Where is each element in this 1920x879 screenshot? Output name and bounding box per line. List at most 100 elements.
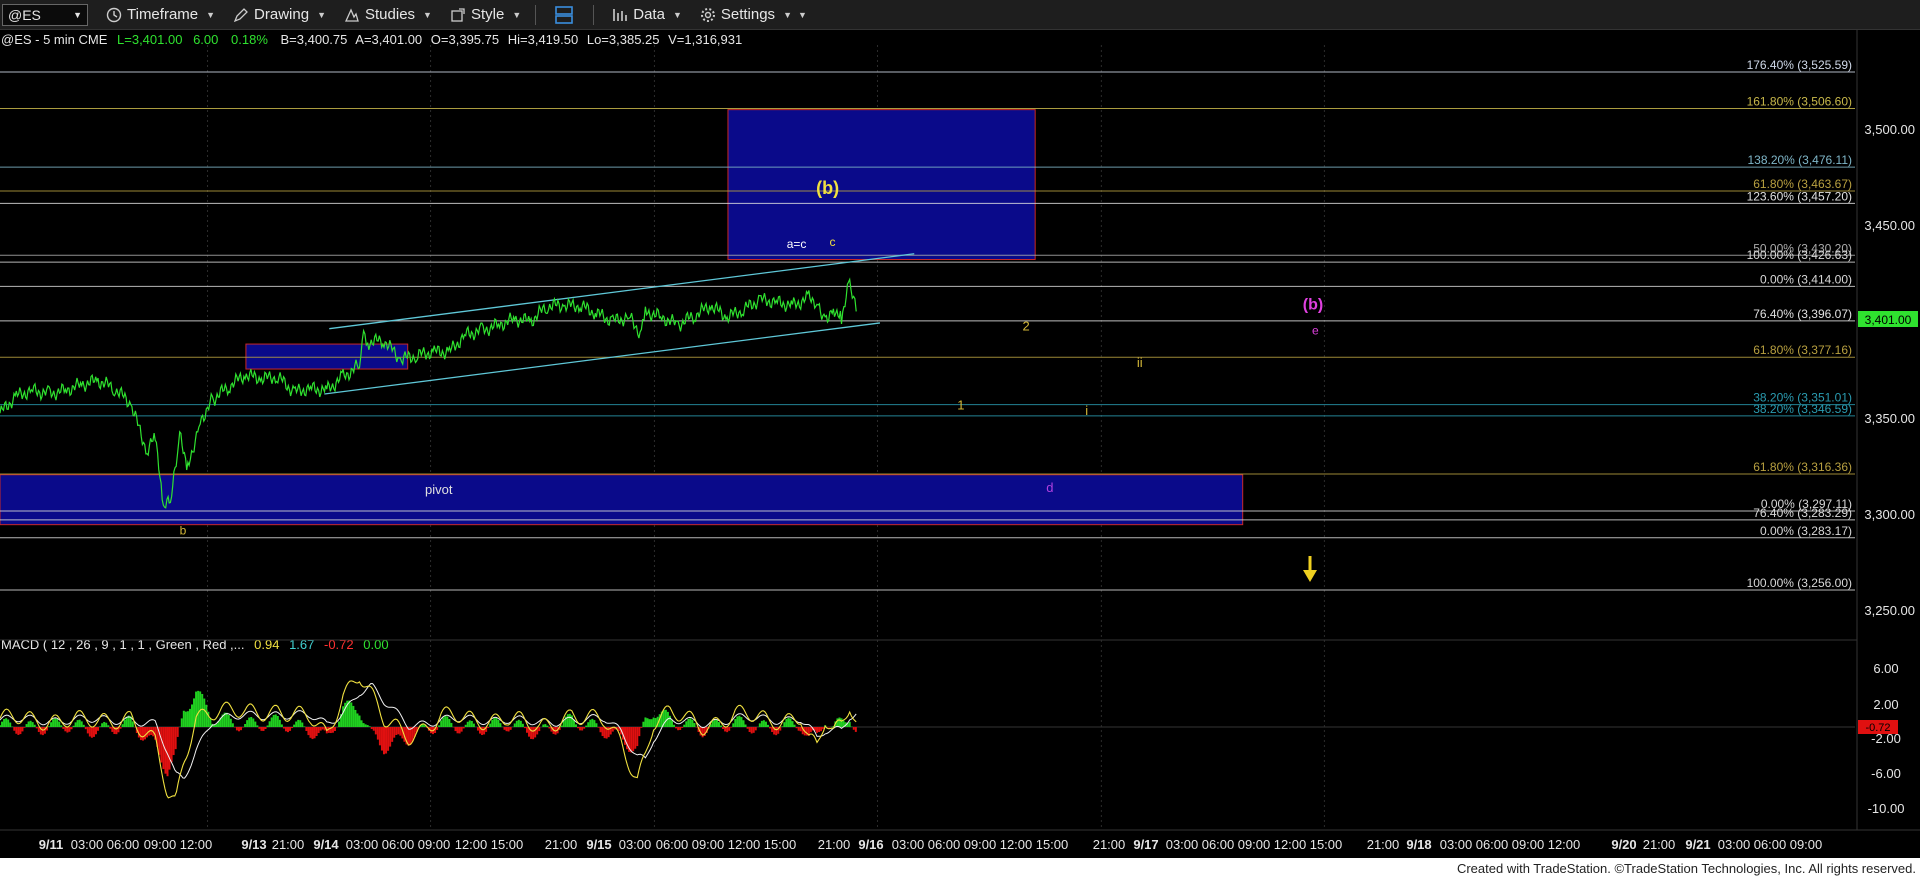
settings-label: Settings bbox=[720, 6, 776, 23]
quote-last: L=3,401.00 bbox=[117, 32, 182, 47]
time-tick-label: 21:00 bbox=[272, 837, 305, 852]
macd-zero-value: 0.00 bbox=[363, 637, 388, 652]
fib-label: 61.80% (3,316.36) bbox=[1753, 460, 1852, 474]
current-price-text: 3,401.00 bbox=[1865, 313, 1912, 327]
time-tick-label: 9/14 bbox=[313, 837, 339, 852]
chart-area[interactable]: @ES - 5 min CME L=3,401.00 6.00 0.18% B=… bbox=[0, 30, 1920, 858]
time-tick-label: 9/16 bbox=[858, 837, 883, 852]
footer-credit: Created with TradeStation. ©TradeStation… bbox=[1456, 861, 1916, 876]
quote-open: O=3,395.75 bbox=[431, 32, 499, 47]
time-tick-label: 9/17 bbox=[1133, 837, 1158, 852]
fib-label: 161.80% (3,506.60) bbox=[1747, 94, 1852, 108]
wave-label: c bbox=[830, 235, 836, 249]
macd-header: MACD ( 12 , 26 , 9 , 1 , 1 , Green , Red… bbox=[1, 637, 389, 652]
caret-down-icon: ▼ bbox=[797, 9, 807, 20]
style-label: Style bbox=[470, 6, 505, 23]
wave-label: ii bbox=[1137, 355, 1143, 370]
clock-icon bbox=[106, 7, 122, 22]
time-tick-label: 06:00 bbox=[656, 837, 689, 852]
macd-current-text: -0.72 bbox=[1865, 722, 1890, 734]
time-tick-label: 9/18 bbox=[1406, 837, 1431, 852]
footer: Created with TradeStation. ©TradeStation… bbox=[0, 858, 1920, 879]
time-tick-label: 21:00 bbox=[545, 837, 578, 852]
settings-menu[interactable]: Settings ▼ ▼ bbox=[700, 6, 807, 23]
toolbar-divider bbox=[535, 4, 537, 25]
macd-hist-value: -0.72 bbox=[324, 637, 354, 652]
time-tick-label: 9/11 bbox=[39, 837, 64, 852]
drawing-menu[interactable]: Drawing ▼ bbox=[233, 6, 326, 23]
time-tick-label: 15:00 bbox=[1036, 837, 1069, 852]
time-tick-label: 9/20 bbox=[1611, 837, 1636, 852]
timeframe-menu[interactable]: Timeframe ▼ bbox=[106, 6, 215, 23]
price-tick: 3,500.00 bbox=[1864, 122, 1915, 137]
caret-down-icon: ▼ bbox=[783, 9, 792, 20]
time-tick-label: 03:00 bbox=[619, 837, 652, 852]
time-tick-label: 06:00 bbox=[382, 837, 415, 852]
wave-label: b bbox=[180, 523, 187, 537]
price-tick: 3,250.00 bbox=[1864, 603, 1915, 618]
quote-ask: A=3,401.00 bbox=[355, 32, 422, 47]
time-tick-label: 12:00 bbox=[1274, 837, 1307, 852]
time-tick-label: 12:00 bbox=[455, 837, 488, 852]
time-tick-label: 06:00 bbox=[1476, 837, 1509, 852]
caret-down-icon: ▼ bbox=[512, 9, 522, 20]
time-tick-label: 06:00 bbox=[107, 837, 140, 852]
macd-tick: -10.00 bbox=[1868, 801, 1905, 816]
symbol-text: @ES bbox=[8, 6, 41, 23]
quote-high: Hi=3,419.50 bbox=[508, 32, 578, 47]
wave-label: (b) bbox=[816, 178, 839, 198]
timeframe-label: Timeframe bbox=[127, 6, 199, 23]
time-tick-label: 09:00 bbox=[964, 837, 997, 852]
fib-label: 176.40% (3,525.59) bbox=[1747, 58, 1852, 72]
time-tick-label: 21:00 bbox=[1093, 837, 1126, 852]
zone-box bbox=[245, 343, 409, 370]
quote-pct: 0.18% bbox=[231, 32, 268, 47]
layout-button[interactable] bbox=[554, 5, 579, 25]
wave-label: e bbox=[1312, 323, 1319, 337]
fib-label: 138.20% (3,476.11) bbox=[1747, 153, 1852, 167]
wave-label: 2 bbox=[1023, 319, 1030, 334]
macd-name: MACD ( 12 , 26 , 9 , 1 , 1 , Green , Red… bbox=[1, 637, 245, 652]
quote-symbol: @ES - 5 min CME bbox=[1, 32, 108, 47]
drawing-label: Drawing bbox=[254, 6, 310, 23]
time-tick-label: 03:00 bbox=[1718, 837, 1751, 852]
toolbar: @ES ▼ Timeframe ▼ Drawing ▼ Studies ▼ St… bbox=[0, 0, 1920, 30]
wave-label: (b) bbox=[1303, 296, 1323, 313]
time-tick-label: 12:00 bbox=[728, 837, 761, 852]
symbol-selector[interactable]: @ES ▼ bbox=[2, 3, 88, 26]
data-menu[interactable]: Data ▼ bbox=[612, 6, 682, 23]
macd-value: 0.94 bbox=[254, 637, 279, 652]
time-tick-label: 03:00 bbox=[1440, 837, 1473, 852]
time-tick-label: 09:00 bbox=[1238, 837, 1271, 852]
time-tick-label: 15:00 bbox=[491, 837, 524, 852]
time-tick-label: 9/15 bbox=[586, 837, 611, 852]
time-tick-label: 21:00 bbox=[1643, 837, 1676, 852]
style-menu[interactable]: Style ▼ bbox=[450, 6, 521, 23]
time-tick-label: 21:00 bbox=[1367, 837, 1400, 852]
layout-icon bbox=[555, 5, 574, 24]
fib-label: 0.00% (3,414.00) bbox=[1760, 272, 1852, 286]
time-tick-label: 21:00 bbox=[818, 837, 851, 852]
macd-tick: 2.00 bbox=[1873, 697, 1898, 712]
fib-label: 100.00% (3,426.63) bbox=[1747, 248, 1852, 262]
time-tick-label: 09:00 bbox=[692, 837, 725, 852]
zone-box bbox=[0, 474, 1244, 526]
studies-label: Studies bbox=[365, 6, 416, 23]
fib-label: 38.20% (3,346.59) bbox=[1753, 402, 1852, 416]
caret-down-icon: ▼ bbox=[423, 9, 432, 20]
macd-tick: -6.00 bbox=[1871, 766, 1901, 781]
time-tick-label: 15:00 bbox=[764, 837, 797, 852]
zone-box bbox=[727, 109, 1036, 261]
time-tick-label: 9/13 bbox=[241, 837, 266, 852]
time-tick-label: 03:00 bbox=[71, 837, 104, 852]
quote-low: Lo=3,385.25 bbox=[587, 32, 660, 47]
time-tick-label: 03:00 bbox=[892, 837, 925, 852]
studies-menu[interactable]: Studies ▼ bbox=[344, 6, 432, 23]
wave-label: d bbox=[1046, 480, 1053, 495]
fib-label: 61.80% (3,377.16) bbox=[1753, 343, 1852, 357]
time-tick-label: 06:00 bbox=[1754, 837, 1787, 852]
time-tick-label: 9/21 bbox=[1685, 837, 1710, 852]
caret-down-icon: ▼ bbox=[672, 9, 682, 20]
price-tick: 3,350.00 bbox=[1864, 411, 1915, 426]
wave-label: a=c bbox=[787, 237, 807, 251]
